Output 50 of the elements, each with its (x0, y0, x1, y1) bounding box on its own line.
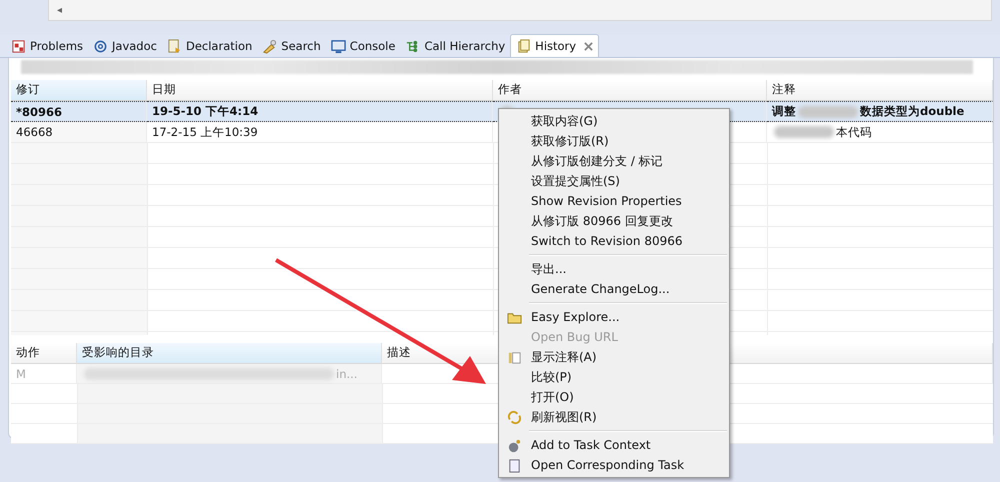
tab[interactable]: Search (257, 35, 326, 57)
close-icon[interactable] (584, 42, 594, 50)
table-cell: 46668 (11, 122, 147, 143)
menu-item[interactable]: Generate ChangeLog... (499, 279, 729, 299)
menu-item[interactable]: 从修订版创建分支 / 标记 (499, 151, 729, 171)
blurred-text (798, 106, 858, 118)
annotation-icon (506, 350, 522, 364)
menu-item[interactable]: 从修订版 80966 回复更改 (499, 211, 729, 231)
column-header[interactable]: 注释 (767, 80, 993, 101)
table-cell-text: in... (336, 366, 358, 380)
menu-item[interactable]: Add to Task Context (499, 435, 729, 455)
scroll-arrow[interactable]: ◂ (49, 4, 62, 16)
menu-item[interactable]: Open Corresponding Task (499, 455, 729, 475)
monitor-icon (330, 38, 346, 54)
table-cell-text: 数据类型为double (860, 104, 964, 119)
tab[interactable]: Problems (6, 35, 88, 57)
menu-item[interactable]: 打开(O) (499, 387, 729, 407)
problems-icon (11, 38, 26, 54)
menu-item[interactable]: 比较(P) (499, 367, 729, 387)
column-header[interactable]: 动作 (11, 343, 77, 364)
tab[interactable]: History (510, 34, 600, 57)
menu-item[interactable]: Easy Explore... (499, 307, 729, 327)
tab[interactable]: Console (326, 35, 400, 57)
column-header[interactable]: 修订 (11, 80, 147, 101)
tab[interactable]: Javadoc (88, 35, 162, 57)
table-cell: *80966 (11, 101, 147, 122)
clipboard-icon (506, 458, 522, 472)
scroll-bar[interactable]: ◂ (48, 0, 992, 21)
menu-item[interactable]: 获取修订版(R) (499, 131, 729, 151)
table-cell: 19-5-10 下午4:14 (147, 101, 493, 122)
tab[interactable]: Call Hierarchy (400, 35, 510, 57)
refresh-icon (506, 410, 522, 424)
document-icon (166, 38, 182, 54)
search-icon (262, 38, 278, 54)
column-header[interactable]: 日期 (147, 80, 493, 101)
menu-item[interactable]: 设置提交属性(S) (499, 171, 729, 191)
menu-item[interactable]: 显示注释(A) (499, 347, 729, 367)
menu-item[interactable]: Switch to Revision 80966 (499, 231, 729, 251)
stacked-pages-icon (516, 38, 532, 54)
table-cell-text: 本代码 (836, 124, 872, 140)
column-header[interactable]: 作者 (493, 80, 767, 101)
ball-icon (506, 438, 522, 452)
menu-item[interactable]: 导出... (499, 259, 729, 279)
tab[interactable]: Declaration (162, 35, 258, 57)
menu-item[interactable]: Show Revision Properties (499, 191, 729, 211)
at-sign-icon (93, 38, 108, 54)
column-header[interactable]: 受影响的目录 (77, 343, 382, 364)
table-cell-text: 调整 (772, 104, 796, 119)
blurred-text (774, 126, 834, 138)
menu-item[interactable]: 刷新视图(R) (499, 407, 729, 427)
